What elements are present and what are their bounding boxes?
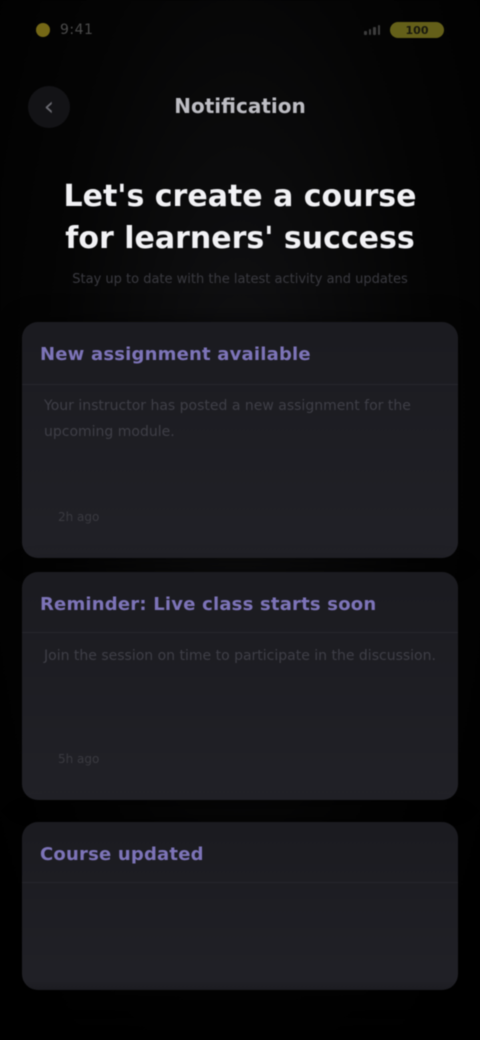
notification-card-title: Course updated [40,844,204,865]
notification-screen: 9:41 100 ‹ Notification Let's create a c… [0,0,480,1040]
notification-card-body: Your instructor has posted a new assignm… [44,398,411,440]
battery-icon: 100 [390,22,444,38]
battery-level: 100 [405,23,429,37]
back-button[interactable]: ‹ [28,86,70,128]
top-nav: ‹ Notification [0,78,480,134]
notification-card-time: 5h ago [58,752,100,766]
notification-card-body: Join the session on time to participate … [44,648,436,664]
notification-card[interactable]: Course updated [22,822,458,990]
hero-subtitle: Stay up to date with the latest activity… [72,272,408,287]
notification-card[interactable]: New assignment available Your instructor… [22,322,458,558]
signal-icon [364,25,380,35]
chevron-left-icon: ‹ [43,92,55,122]
camera-indicator-icon [36,23,50,37]
status-right: 100 [364,22,444,38]
notification-card-body [22,865,458,893]
notification-card-title: New assignment available [40,344,311,365]
status-time: 9:41 [60,22,94,38]
card-divider [22,882,458,883]
notification-card[interactable]: Reminder: Live class starts soon Join th… [22,572,458,800]
page-title: Notification [174,94,306,118]
notification-card-title: Reminder: Live class starts soon [40,594,377,615]
status-left: 9:41 [36,22,93,38]
card-divider [22,384,458,385]
hero-title: Let's create a course for learners' succ… [63,179,417,256]
notification-card-time: 2h ago [58,510,100,524]
status-bar: 9:41 100 [0,0,480,60]
card-divider [22,632,458,633]
